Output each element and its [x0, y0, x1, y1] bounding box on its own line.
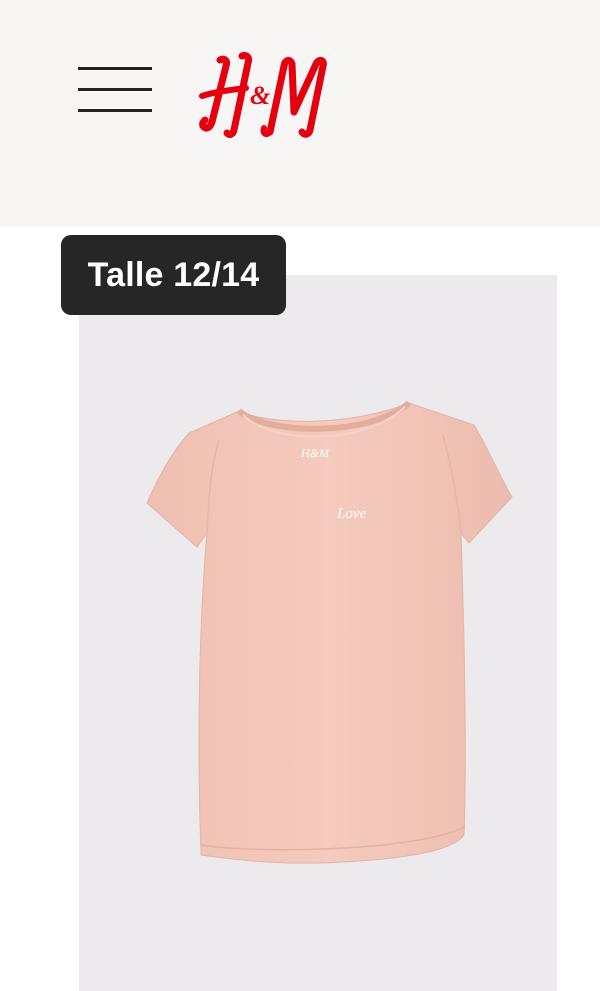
- hm-logo-icon: &: [199, 52, 327, 138]
- shirt-neck-label: H&M: [300, 446, 330, 460]
- size-badge: Talle 12/14: [61, 235, 286, 315]
- menu-bar: [78, 88, 152, 91]
- t-shirt-image: H&M Love: [146, 400, 513, 864]
- hm-logo[interactable]: &: [198, 52, 328, 140]
- shirt-print-text: Love: [336, 506, 367, 522]
- site-header: &: [0, 0, 600, 227]
- ampersand: &: [250, 81, 270, 110]
- hamburger-menu-icon[interactable]: [76, 64, 154, 116]
- product-image[interactable]: H&M Love: [79, 275, 557, 991]
- menu-bar: [78, 67, 152, 70]
- menu-bar: [78, 109, 152, 112]
